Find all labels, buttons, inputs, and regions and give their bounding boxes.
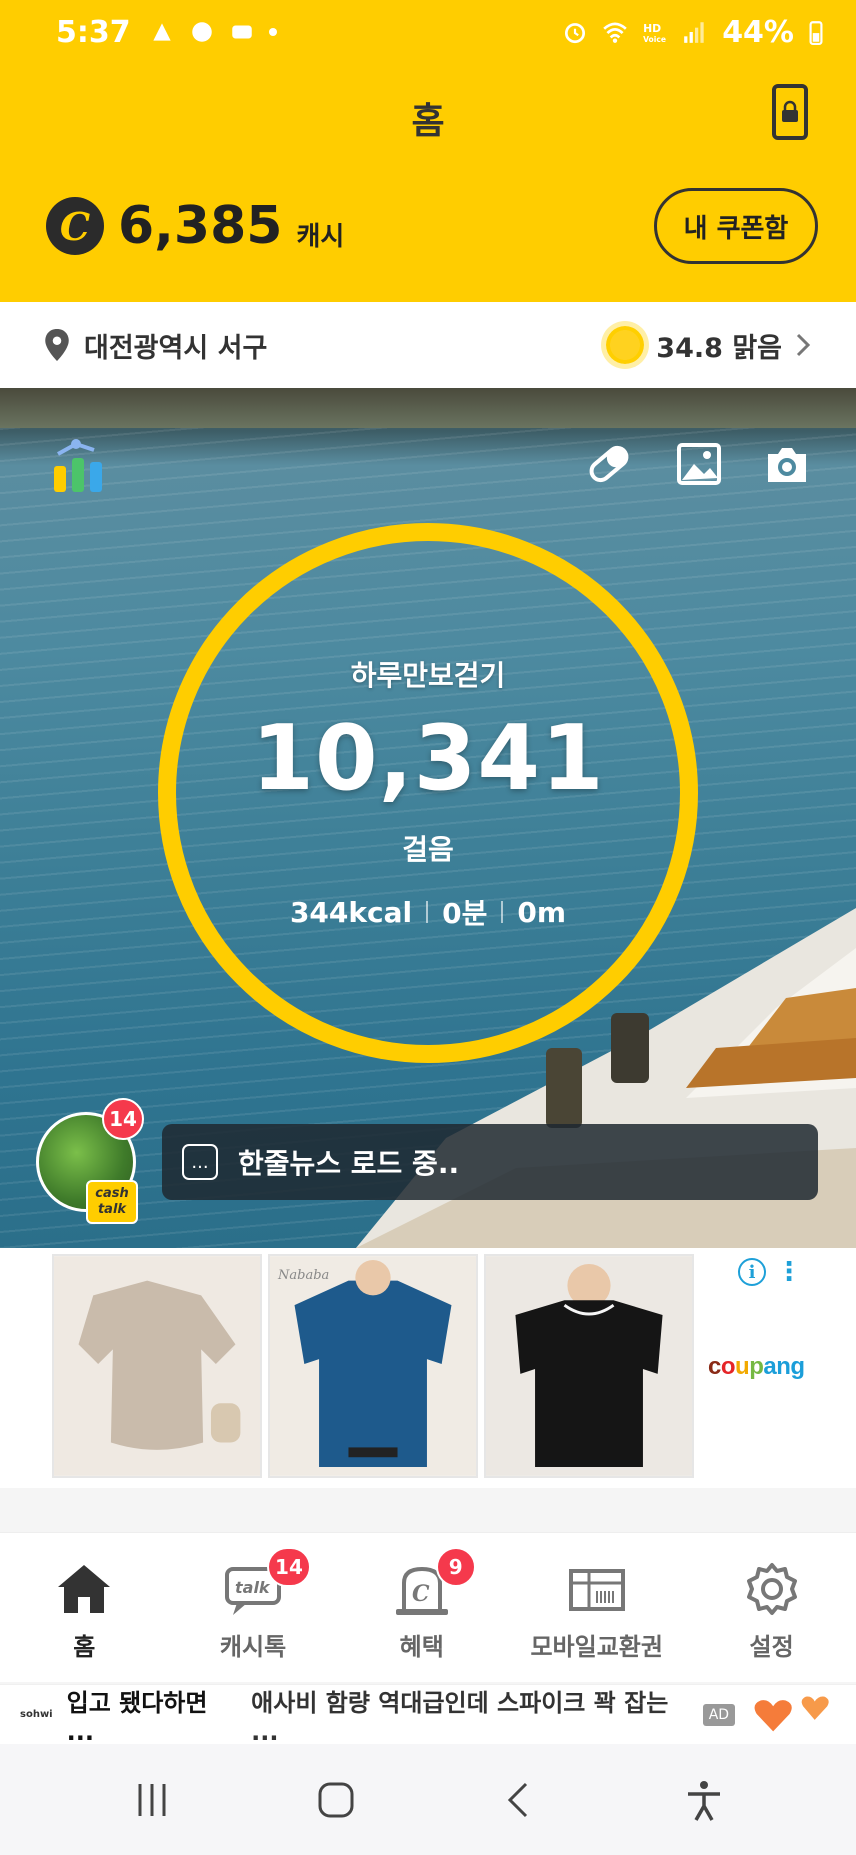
lock-icon bbox=[782, 100, 798, 122]
hd-voice-icon: HDVoice bbox=[643, 22, 666, 44]
more-vertical-icon[interactable]: ⋮ bbox=[776, 1259, 802, 1285]
nav-settings[interactable]: 설정 bbox=[712, 1561, 832, 1662]
ad-label: AD bbox=[702, 1703, 736, 1726]
ad-product-image bbox=[54, 1256, 260, 1476]
nav-label: 캐시톡 bbox=[219, 1633, 287, 1661]
nav-benefits[interactable]: C 혜택 9 bbox=[362, 1547, 482, 1662]
bottom-navigation: 홈 talk 캐시톡 14 C 혜택 9 모바일교환권 설정 bbox=[0, 1532, 856, 1682]
ad-headline: 입고 됐다하면 ... bbox=[66, 1689, 208, 1746]
cashtalk-tag: cash talk bbox=[86, 1180, 138, 1224]
more-icon: ... bbox=[182, 1144, 218, 1180]
chevron-right-icon bbox=[796, 333, 811, 357]
nav-label: 모바일교환권 bbox=[530, 1633, 663, 1661]
cash-unit: 캐시 bbox=[296, 221, 345, 252]
ad-hearts-image bbox=[754, 1696, 829, 1731]
stat-divider bbox=[426, 901, 429, 923]
status-bar: 5:37 HD Voice 44% bbox=[0, 0, 856, 64]
ad-product-2[interactable]: Nababa bbox=[268, 1254, 478, 1478]
notification-sol-bank-icon bbox=[231, 25, 252, 39]
battery-icon bbox=[809, 21, 823, 45]
camera-icon[interactable] bbox=[764, 442, 810, 486]
nav-home[interactable]: 홈 bbox=[24, 1561, 144, 1662]
news-text: 한줄뉴스 로드 중.. bbox=[238, 1147, 460, 1180]
alarm-icon bbox=[565, 23, 586, 44]
one-line-news-bar[interactable]: ... 한줄뉴스 로드 중.. bbox=[162, 1124, 818, 1200]
location-pin-icon bbox=[45, 329, 69, 361]
notification-badge: 9 bbox=[435, 1547, 476, 1587]
notification-badge: 14 bbox=[267, 1547, 311, 1587]
gift-card-icon bbox=[568, 1569, 625, 1611]
walk-stats: 344kcal 0분 0m bbox=[0, 892, 856, 932]
minutes-value: 0분 bbox=[442, 897, 488, 930]
notification-app-icon bbox=[152, 23, 171, 41]
svg-text:talk: talk bbox=[235, 1578, 271, 1597]
accessibility-icon[interactable] bbox=[682, 1778, 726, 1822]
ad-product-image bbox=[486, 1256, 692, 1476]
cash-balance[interactable]: C 6,385 캐시 bbox=[46, 196, 344, 256]
back-icon[interactable] bbox=[498, 1778, 542, 1822]
ad-product-image bbox=[270, 1256, 476, 1476]
weather-text: 34.8 맑음 bbox=[656, 332, 782, 364]
ad-product-1[interactable] bbox=[52, 1254, 262, 1478]
nav-label: 설정 bbox=[749, 1633, 794, 1661]
recent-apps-icon[interactable] bbox=[130, 1778, 174, 1822]
step-counter-hero: 하루만보걷기 10,341 걸음 344kcal 0분 0m 14 cash ta… bbox=[0, 388, 856, 1248]
calories-value: 344kcal bbox=[289, 895, 413, 929]
home-icon bbox=[58, 1565, 111, 1613]
wifi-icon bbox=[603, 22, 627, 43]
ad-info-controls[interactable]: i ⋮ bbox=[738, 1258, 802, 1286]
more-notifications-dot bbox=[268, 28, 277, 36]
location-weather-bar[interactable]: 대전광역시 서구 34.8 맑음 bbox=[0, 302, 856, 388]
app-header: 홈 C 6,385 캐시 내 쿠폰함 bbox=[0, 64, 856, 302]
notification-cash-icon bbox=[191, 22, 212, 42]
gear-icon bbox=[746, 1563, 797, 1615]
cashtalk-avatar-button[interactable]: 14 cash talk bbox=[36, 1098, 144, 1224]
gallery-icon[interactable] bbox=[676, 442, 722, 486]
coupang-logo: coupang bbox=[708, 1348, 826, 1388]
svg-text:C: C bbox=[412, 1581, 430, 1607]
step-count: 10,341 bbox=[251, 706, 605, 811]
ad-product-brand: Nababa bbox=[278, 1268, 330, 1283]
nav-label: 혜택 bbox=[399, 1633, 444, 1661]
cashtalk-badge: 14 bbox=[102, 1098, 144, 1140]
nav-mobile-voucher[interactable]: 모바일교환권 bbox=[530, 1561, 663, 1662]
signal-icon bbox=[684, 22, 704, 43]
page-title: 홈 bbox=[411, 101, 445, 142]
ad-description: 애사비 함량 역대급인데 스파이크 꽉 잡는 ... bbox=[251, 1689, 669, 1746]
lock-screen-button[interactable] bbox=[772, 84, 808, 140]
walk-label: 하루만보걷기 bbox=[350, 659, 506, 692]
distance-value: 0m bbox=[517, 895, 567, 929]
advertiser-logo: sohwi bbox=[20, 1709, 53, 1720]
svg-text:Voice: Voice bbox=[643, 35, 666, 44]
nav-label: 홈 bbox=[73, 1633, 96, 1661]
step-unit: 걸음 bbox=[402, 833, 454, 866]
home-button-icon[interactable] bbox=[314, 1778, 358, 1822]
battery-level: 44% bbox=[722, 14, 794, 50]
cash-amount: 6,385 bbox=[118, 196, 283, 256]
cash-coin-icon: C bbox=[46, 197, 104, 255]
sunny-weather-icon bbox=[606, 326, 645, 364]
my-coupons-button[interactable]: 내 쿠폰함 bbox=[654, 188, 818, 264]
svg-text:HD: HD bbox=[643, 22, 661, 35]
location-text: 대전광역시 서구 bbox=[84, 332, 268, 364]
text-ad-banner[interactable]: sohwi 입고 됐다하면 ... 애사비 함량 역대급인데 스파이크 꽉 잡는… bbox=[0, 1684, 856, 1746]
nav-cashtalk[interactable]: talk 캐시톡 14 bbox=[193, 1547, 313, 1662]
status-time: 5:37 bbox=[56, 14, 131, 50]
ad-product-3[interactable] bbox=[484, 1254, 694, 1478]
product-ad-banner[interactable]: Nababa i ⋮ coupang bbox=[0, 1248, 856, 1488]
svg-text:coupang: coupang bbox=[708, 1353, 805, 1380]
stat-divider bbox=[501, 901, 504, 923]
info-icon[interactable]: i bbox=[738, 1258, 766, 1286]
system-navigation-bar bbox=[0, 1744, 856, 1855]
stats-chart-icon[interactable] bbox=[50, 436, 110, 494]
background-shoreline bbox=[0, 388, 856, 428]
pill-icon[interactable] bbox=[586, 442, 632, 486]
